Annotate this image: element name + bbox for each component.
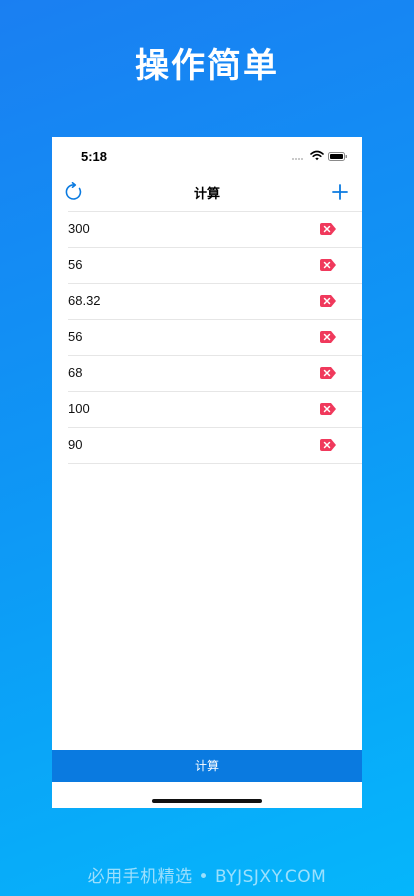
delete-tag-icon[interactable] <box>320 331 336 343</box>
signal-icon <box>292 158 306 161</box>
value-list: 300 56 68.32 56 68 100 90 <box>52 211 362 464</box>
list-item[interactable]: 300 <box>68 211 362 248</box>
delete-tag-icon[interactable] <box>320 259 336 271</box>
delete-tag-icon[interactable] <box>320 223 336 235</box>
delete-tag-icon[interactable] <box>320 295 336 307</box>
item-value: 56 <box>68 329 83 344</box>
phone-screen: 5:18 计算 300 56 68.32 56 68 100 90 计算 <box>52 137 362 808</box>
list-item[interactable]: 68.32 <box>68 284 362 320</box>
list-item[interactable]: 90 <box>68 428 362 464</box>
item-value: 90 <box>68 437 83 452</box>
list-item[interactable]: 56 <box>68 248 362 284</box>
promo-title: 操作简单 <box>135 46 279 86</box>
item-value: 68 <box>68 365 83 380</box>
list-item[interactable]: 56 <box>68 320 362 356</box>
list-item[interactable]: 100 <box>68 392 362 428</box>
item-value: 56 <box>68 257 83 272</box>
delete-tag-icon[interactable] <box>320 439 336 451</box>
plus-icon[interactable] <box>330 182 350 202</box>
status-time: 5:18 <box>81 149 108 164</box>
calculate-button[interactable]: 计算 <box>52 750 362 782</box>
wifi-icon <box>310 150 324 161</box>
delete-tag-icon[interactable] <box>320 367 336 379</box>
item-value: 100 <box>68 401 90 416</box>
item-value: 68.32 <box>68 293 101 308</box>
nav-bar: 计算 <box>52 175 362 211</box>
item-value: 300 <box>68 221 90 236</box>
delete-tag-icon[interactable] <box>320 403 336 415</box>
home-indicator[interactable] <box>152 799 262 803</box>
battery-icon <box>328 152 347 161</box>
nav-title: 计算 <box>193 187 220 202</box>
status-bar: 5:18 <box>52 137 362 175</box>
footer-watermark: 必用手机精选 • BYJSJXY.COM <box>87 867 327 887</box>
list-item[interactable]: 68 <box>68 356 362 392</box>
